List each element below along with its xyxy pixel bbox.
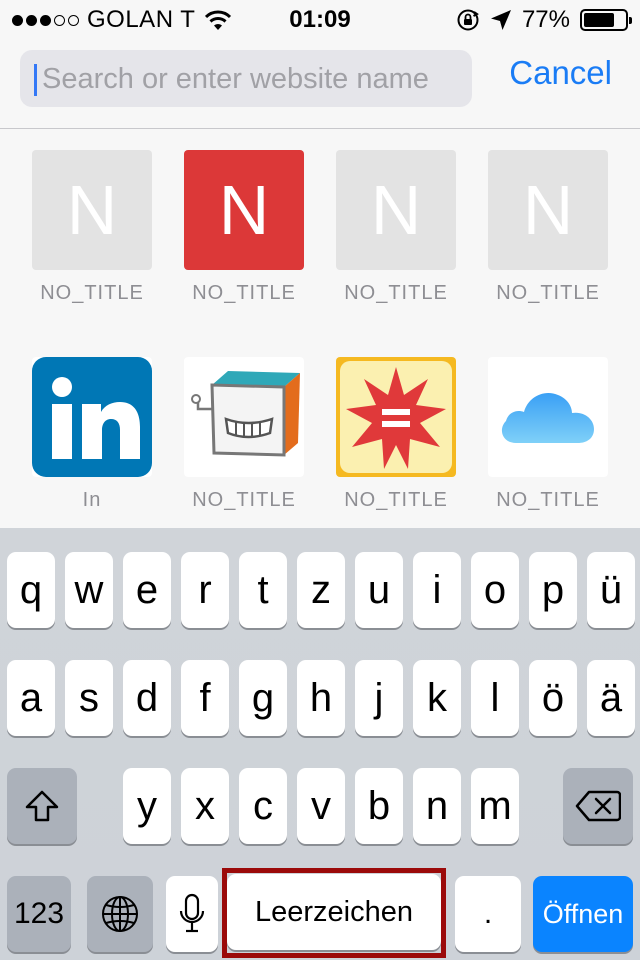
key-p[interactable]: p xyxy=(529,552,577,628)
battery-percent: 77% xyxy=(521,6,570,33)
delete-key[interactable] xyxy=(563,768,633,844)
key-u-umlaut[interactable]: ü xyxy=(587,552,635,628)
key-f[interactable]: f xyxy=(181,660,229,736)
status-right: 77% xyxy=(456,6,632,34)
period-key[interactable]: . xyxy=(455,876,521,952)
globe-key[interactable] xyxy=(87,876,153,952)
microphone-icon xyxy=(179,893,205,933)
rotation-lock-icon xyxy=(457,9,479,31)
key-t[interactable]: t xyxy=(239,552,287,628)
key-v[interactable]: v xyxy=(297,768,345,844)
favorite-item[interactable]: NO_TITLE xyxy=(320,357,472,512)
cancel-button[interactable]: Cancel xyxy=(509,54,612,92)
shift-arrow-icon xyxy=(25,790,59,822)
text-caret xyxy=(34,64,37,96)
key-o[interactable]: o xyxy=(471,552,519,628)
shift-key[interactable] xyxy=(7,768,77,844)
key-m[interactable]: m xyxy=(471,768,519,844)
key-e[interactable]: e xyxy=(123,552,171,628)
favorite-item[interactable]: N NO_TITLE xyxy=(472,150,624,305)
favorite-label: NO_TITLE xyxy=(40,282,144,304)
key-s[interactable]: s xyxy=(65,660,113,736)
key-y[interactable]: y xyxy=(123,768,171,844)
key-u[interactable]: u xyxy=(355,552,403,628)
key-z[interactable]: z xyxy=(297,552,345,628)
favorite-tile: N xyxy=(32,150,152,270)
key-x[interactable]: x xyxy=(181,768,229,844)
favorite-item-linkedin[interactable]: In xyxy=(16,357,168,512)
favorite-tile: N xyxy=(184,150,304,270)
keyboard: q w e r t z u i o p ü a s d f g h j k l … xyxy=(0,528,640,960)
favorite-item[interactable]: NO_TITLE xyxy=(168,357,320,512)
linkedin-icon xyxy=(32,357,152,477)
dictation-key[interactable] xyxy=(166,876,218,952)
favorite-label: NO_TITLE xyxy=(344,282,448,304)
favorite-label: In xyxy=(82,489,102,511)
search-field[interactable] xyxy=(20,50,472,109)
key-g[interactable]: g xyxy=(239,660,287,736)
battery-fill xyxy=(584,13,614,27)
globe-icon xyxy=(102,896,138,932)
key-i[interactable]: i xyxy=(413,552,461,628)
key-a[interactable]: a xyxy=(7,660,55,736)
key-k[interactable]: k xyxy=(413,660,461,736)
status-bar: GOLAN T 01:09 77% xyxy=(0,0,640,40)
numbers-key[interactable]: 123 xyxy=(7,876,71,952)
favorite-tile: N xyxy=(488,150,608,270)
open-return-key[interactable]: Öffnen xyxy=(533,876,633,952)
favorites-grid: N NO_TITLE N NO_TITLE N NO_TITLE N NO_TI… xyxy=(0,130,640,528)
key-j[interactable]: j xyxy=(355,660,403,736)
key-d[interactable]: d xyxy=(123,660,171,736)
search-input[interactable] xyxy=(40,50,469,109)
favorite-item[interactable]: N NO_TITLE xyxy=(168,150,320,305)
battery-nub xyxy=(629,17,632,24)
key-n[interactable]: n xyxy=(413,768,461,844)
space-bar[interactable]: Leerzeichen xyxy=(227,874,441,950)
favorite-item[interactable]: N NO_TITLE xyxy=(320,150,472,305)
box-robot-icon xyxy=(184,357,304,477)
backspace-icon xyxy=(575,790,621,822)
favorite-label: NO_TITLE xyxy=(496,282,600,304)
favorite-item[interactable]: N NO_TITLE xyxy=(16,150,168,305)
icloud-icon xyxy=(488,357,608,477)
location-arrow-icon xyxy=(490,10,511,30)
favorite-item[interactable]: NO_TITLE xyxy=(472,357,624,512)
favorite-label: NO_TITLE xyxy=(192,489,296,511)
favorite-label: NO_TITLE xyxy=(496,489,600,511)
key-a-umlaut[interactable]: ä xyxy=(587,660,635,736)
red-star-equals-icon xyxy=(336,357,456,477)
key-c[interactable]: c xyxy=(239,768,287,844)
key-w[interactable]: w xyxy=(65,552,113,628)
key-r[interactable]: r xyxy=(181,552,229,628)
key-h[interactable]: h xyxy=(297,660,345,736)
search-header: Cancel xyxy=(0,40,640,129)
key-q[interactable]: q xyxy=(7,552,55,628)
key-b[interactable]: b xyxy=(355,768,403,844)
key-l[interactable]: l xyxy=(471,660,519,736)
key-o-umlaut[interactable]: ö xyxy=(529,660,577,736)
favorite-tile: N xyxy=(336,150,456,270)
favorite-label: NO_TITLE xyxy=(344,489,448,511)
battery-icon xyxy=(580,9,632,31)
favorite-label: NO_TITLE xyxy=(192,282,296,304)
